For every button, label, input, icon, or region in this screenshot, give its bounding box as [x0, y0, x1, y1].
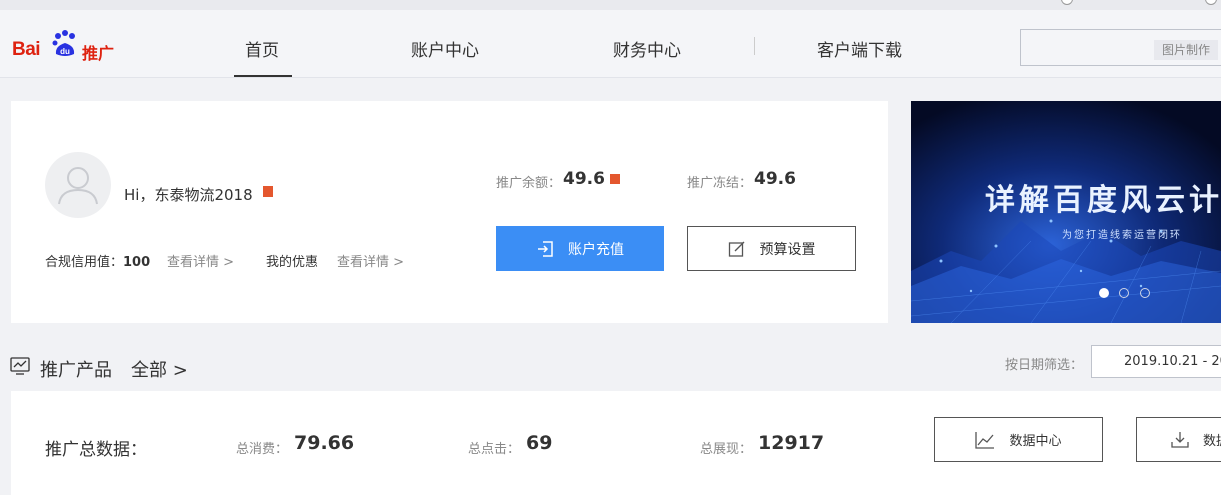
edit-icon	[728, 241, 744, 257]
credit-label: 合规信用值：	[45, 255, 124, 270]
baidu-paw-icon: du	[52, 30, 75, 56]
image-maker-button[interactable]: 图片制作	[1154, 40, 1218, 60]
nav-client-download[interactable]: 客户端下载	[817, 36, 902, 61]
data-download-label: 数据	[1203, 434, 1221, 449]
download-icon	[1171, 431, 1189, 448]
top-strip	[0, 0, 1221, 10]
nav-divider	[754, 37, 755, 55]
recharge-label: 账户充值	[568, 241, 624, 258]
data-download-button[interactable]: 数据	[1136, 417, 1221, 462]
line-chart-icon	[975, 431, 995, 449]
carousel-dot-2[interactable]	[1119, 288, 1129, 298]
credit-detail-link[interactable]: 查看详情 >	[167, 251, 234, 270]
budget-settings-button[interactable]: 预算设置	[687, 226, 856, 271]
nav-active-underline	[234, 75, 292, 77]
products-title: 推广产品	[40, 360, 112, 381]
totals-label: 推广总数据：	[45, 440, 147, 460]
budget-label: 预算设置	[759, 241, 816, 258]
avatar[interactable]	[45, 152, 111, 218]
banner-subtitle: 为您打造线索运营闭环	[1062, 230, 1182, 241]
nav-home[interactable]: 首页	[245, 36, 279, 61]
nav-finance-center[interactable]: 财务中心	[613, 36, 681, 61]
data-center-label: 数据中心	[1009, 434, 1062, 449]
promo-balance-value: 49.6	[563, 169, 605, 189]
total-impressions-value: 12917	[758, 432, 825, 454]
credit-score: 合规信用值：100	[45, 251, 150, 270]
login-arrow-icon	[538, 240, 553, 257]
nav-account-center[interactable]: 账户中心	[411, 36, 479, 61]
logo-paw-text: du	[60, 47, 70, 56]
vip-badge	[263, 186, 273, 197]
credit-value: 100	[123, 255, 151, 270]
trend-chart-icon	[10, 357, 30, 375]
balance-flag-badge	[610, 174, 620, 184]
user-greeting: Hi，东泰物流2018	[124, 186, 253, 204]
carousel-dot-3[interactable]	[1140, 288, 1150, 298]
promo-balance-label: 推广余额：	[496, 176, 562, 191]
banner-title: 详解百度风云计	[985, 183, 1221, 218]
logo-text-bai: Bai	[12, 39, 41, 60]
baidu-tuiguang-logo[interactable]: Bai du 推广	[12, 28, 122, 63]
total-clicks-value: 69	[526, 432, 553, 454]
coupon-detail-link[interactable]: 查看详情 >	[337, 251, 404, 270]
products-filter-all[interactable]: 全部 >	[131, 356, 188, 382]
total-cost-value: 79.66	[294, 432, 355, 454]
data-center-button[interactable]: 数据中心	[934, 417, 1103, 462]
date-filter-label: 按日期筛选：	[1005, 358, 1084, 373]
logo-text-tuiguang: 推广	[82, 44, 115, 63]
total-clicks-label: 总点击：	[468, 442, 521, 457]
total-cost-label: 总消费：	[236, 442, 289, 457]
coupon-label: 我的优惠	[266, 255, 319, 270]
frozen-balance-value: 49.6	[754, 169, 796, 189]
date-range-value: 2019.10.21 - 20	[1124, 354, 1221, 369]
total-impressions-label: 总展现：	[700, 442, 753, 457]
frozen-balance-label: 推广冻结：	[687, 176, 753, 191]
carousel-dot-1[interactable]	[1099, 288, 1109, 298]
user-avatar-icon	[58, 167, 98, 205]
account-summary-card	[11, 101, 888, 323]
recharge-button[interactable]: 账户充值	[496, 226, 664, 271]
